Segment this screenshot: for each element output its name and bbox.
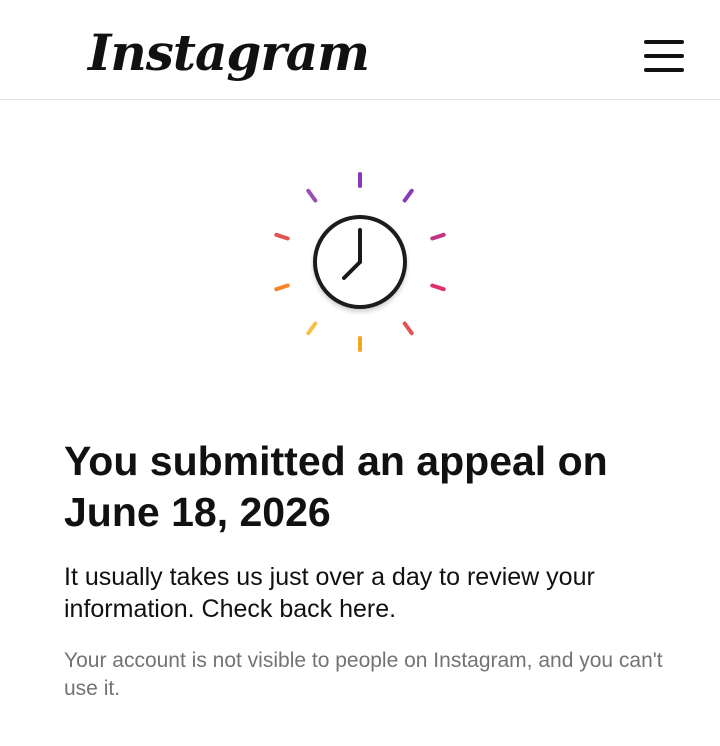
review-description: It usually takes us just over a day to r…: [64, 563, 595, 623]
hamburger-menu-icon: [644, 40, 684, 44]
instagram-logo[interactable]: Instagram: [88, 18, 370, 88]
clock-ray: [274, 232, 290, 241]
clock-ray: [430, 283, 446, 292]
clock-ray: [306, 188, 318, 203]
clock-ray: [430, 232, 446, 241]
clock-ray: [274, 283, 290, 292]
account-status-note: Your account is not visible to people on…: [64, 649, 663, 700]
page-title: You submitted an appeal on June 18, 2026: [64, 438, 608, 535]
clock-ray: [402, 188, 414, 203]
hamburger-menu-icon-line: [644, 68, 684, 72]
hamburger-menu-icon-line: [644, 54, 684, 58]
clock-icon: [274, 172, 446, 352]
clock-ray: [402, 321, 414, 336]
status-illustration: [260, 160, 460, 360]
menu-button[interactable]: [640, 38, 686, 78]
top-bar: Instagram: [0, 0, 720, 100]
clock-ray: [306, 321, 318, 336]
